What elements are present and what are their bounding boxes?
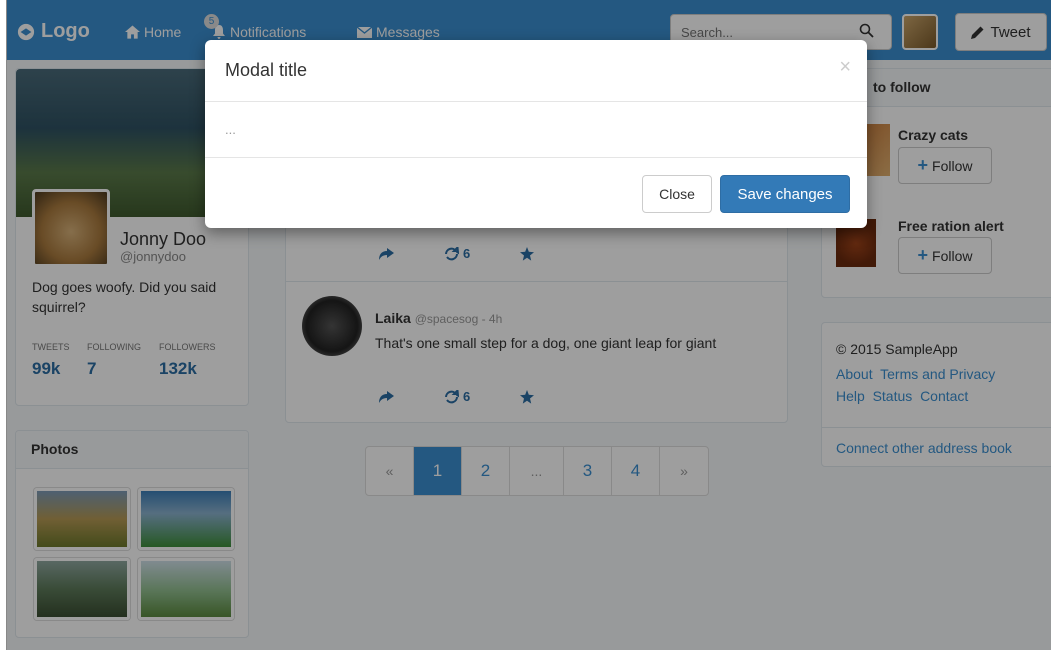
close-icon[interactable]: × xyxy=(839,56,851,79)
app-frame: Logo Home 5 Notifications Messages Tweet… xyxy=(6,0,1051,650)
save-changes-button[interactable]: Save changes xyxy=(720,175,850,213)
modal-body: ... xyxy=(225,122,236,137)
close-button[interactable]: Close xyxy=(642,175,712,213)
modal-footer-divider xyxy=(205,157,867,158)
modal-dialog: Modal title × ... Close Save changes xyxy=(205,40,867,228)
modal-title: Modal title xyxy=(225,60,308,80)
modal-header-divider xyxy=(205,101,867,102)
